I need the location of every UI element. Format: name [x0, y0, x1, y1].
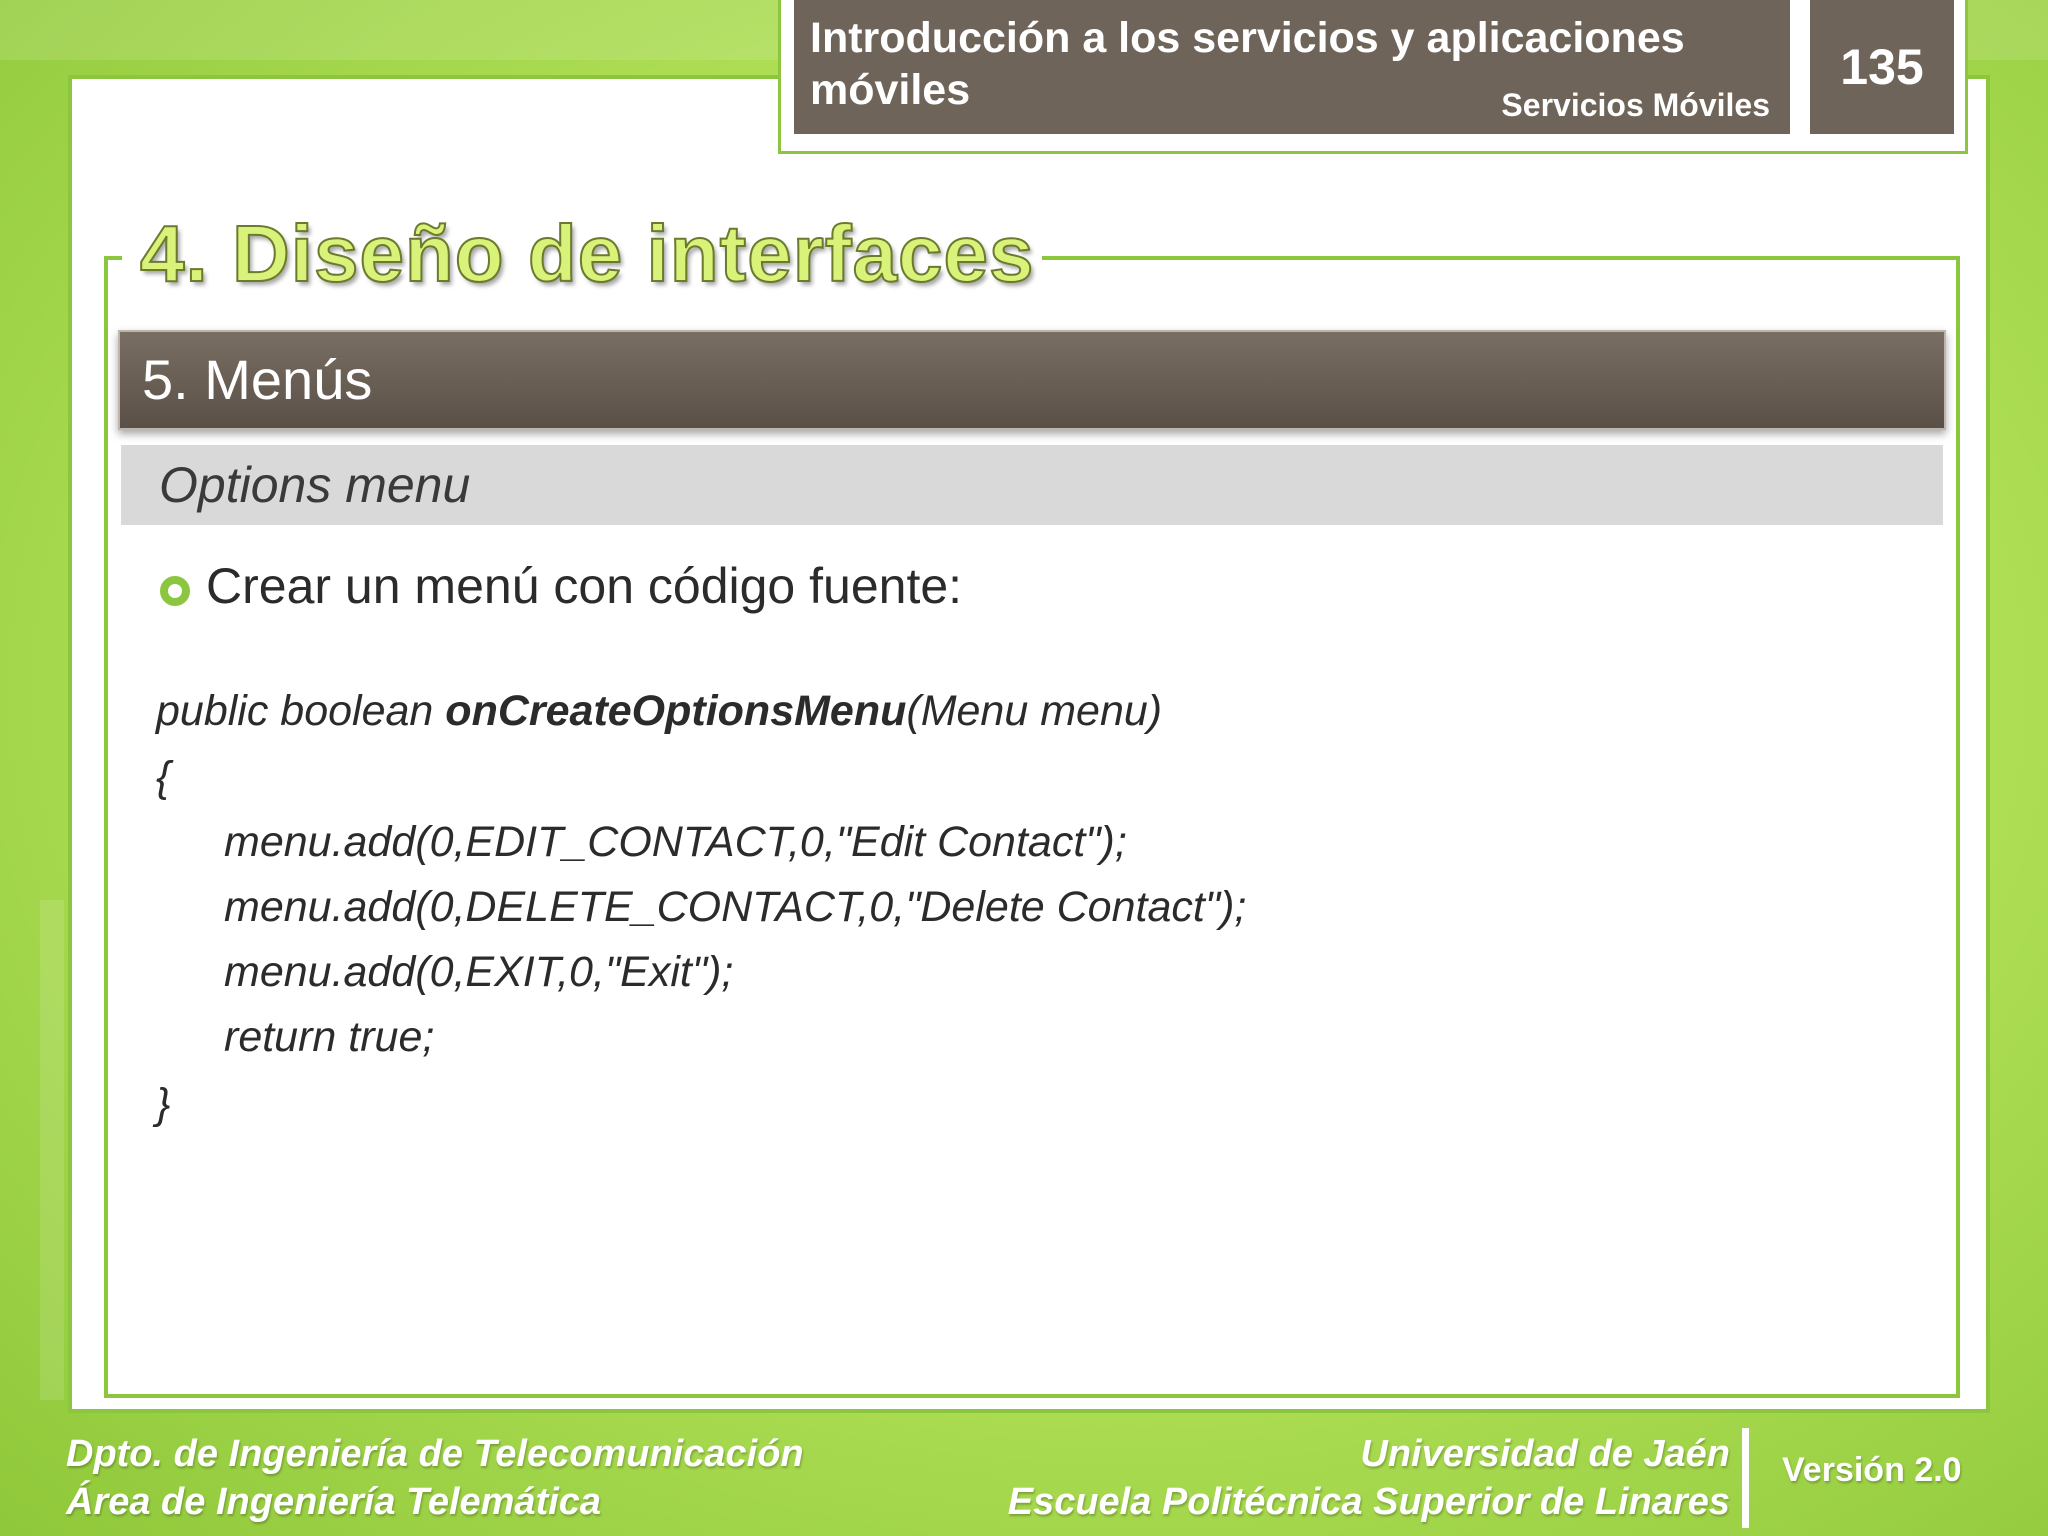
footer-department: Dpto. de Ingeniería de Telecomunicación …: [66, 1430, 804, 1526]
topic-title: Options menu: [159, 457, 471, 513]
code-close-brace: }: [156, 1080, 171, 1128]
page-number: 135: [1810, 0, 1954, 134]
code-line: return true;: [224, 1013, 435, 1061]
code-line: menu.add(0,EXIT,0,"Exit");: [224, 948, 734, 996]
code-line: menu.add(0,DELETE_CONTACT,0,"Delete Cont…: [224, 883, 1247, 931]
subsection-bar: 5. Menús: [118, 330, 1946, 430]
topic-bar: Options menu: [121, 445, 1943, 525]
code-signature-prefix: public boolean: [156, 687, 446, 735]
bullet-text: Crear un menú con código fuente:: [206, 558, 963, 614]
background-streak: [40, 900, 64, 1400]
footer-university: Universidad de Jaén Escuela Politécnica …: [1008, 1430, 1730, 1526]
code-signature: public boolean onCreateOptionsMenu(Menu …: [156, 685, 1162, 737]
course-subtitle: Servicios Móviles: [1501, 87, 1770, 123]
footer-dept-line2: Área de Ingeniería Telemática: [66, 1481, 602, 1523]
code-line: menu.add(0,EDIT_CONTACT,0,"Edit Contact"…: [224, 818, 1127, 866]
footer-divider: [1742, 1428, 1749, 1528]
code-open-brace: {: [156, 753, 171, 801]
code-method-name: onCreateOptionsMenu: [445, 687, 907, 735]
footer-univ-line1: Universidad de Jaén: [1360, 1433, 1730, 1475]
bullet-ring-icon: [160, 576, 190, 606]
code-signature-suffix: (Menu menu): [906, 687, 1163, 735]
section-title: 4. Diseño de interfaces: [139, 209, 1035, 299]
subsection-title: 5. Menús: [142, 348, 373, 411]
header-title-panel: Introducción a los servicios y aplicacio…: [794, 0, 1790, 134]
footer-univ-line2: Escuela Politécnica Superior de Linares: [1007, 1481, 1730, 1523]
footer-version: Versión 2.0: [1782, 1451, 1962, 1489]
footer-dept-line1: Dpto. de Ingeniería de Telecomunicación: [66, 1433, 804, 1475]
